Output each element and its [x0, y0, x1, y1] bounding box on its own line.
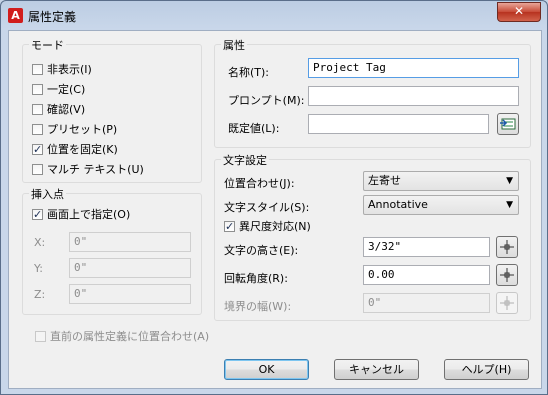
pick-height-button[interactable] [496, 236, 518, 258]
tag-label: 名称(T): [228, 66, 270, 79]
checkbox-box-checked[interactable] [32, 142, 43, 158]
autocad-app-icon: A [8, 8, 23, 23]
crosshair-icon [500, 268, 514, 282]
y-label: Y: [34, 262, 43, 275]
x-field[interactable]: 0" [69, 232, 191, 252]
specify-on-screen-checkbox[interactable]: 画面上で指定(O) [32, 207, 130, 223]
window-title: 属性定義 [28, 10, 77, 24]
title-bar[interactable]: A 属性定義 ✕ [1, 1, 547, 31]
text-style-value: Annotative [368, 198, 428, 211]
checkbox-label: 一定(C) [47, 83, 86, 96]
insertion-point-group-title: 挿入点 [29, 186, 66, 202]
close-button[interactable]: ✕ [497, 2, 541, 22]
cancel-button[interactable]: キャンセル [334, 359, 419, 380]
text-style-dropdown[interactable]: Annotative ▼ [363, 195, 519, 215]
checkbox-box[interactable] [32, 164, 43, 175]
checkbox-label: 画面上で指定(O) [47, 208, 131, 221]
checkbox-label: 非表示(I) [47, 63, 92, 76]
preset-checkbox[interactable]: プリセット(P) [32, 122, 117, 138]
crosshair-icon [500, 240, 514, 254]
justification-value: 左寄せ [368, 174, 401, 187]
rotation-label: 回転角度(R): [224, 272, 288, 285]
crosshair-icon [500, 296, 514, 310]
checkbox-box[interactable] [32, 104, 43, 115]
checkbox-label: 位置を固定(K) [47, 143, 118, 156]
checkbox-label: プリセット(P) [47, 123, 118, 136]
x-label: X: [34, 236, 46, 249]
checkbox-label: 異尺度対応(N) [239, 220, 311, 233]
checkbox-label: 確認(V) [47, 103, 86, 116]
text-height-label: 文字の高さ(E): [224, 244, 299, 257]
annotative-checkbox[interactable]: 異尺度対応(N) [224, 219, 311, 235]
insert-field-icon [500, 118, 516, 130]
text-settings-group: 文字設定 位置合わせ(J): 左寄せ ▼ 文字スタイル(S): Annotati… [214, 152, 531, 321]
invisible-checkbox[interactable]: 非表示(I) [32, 62, 92, 78]
pick-width-button[interactable] [496, 292, 518, 314]
chevron-down-icon: ▼ [506, 200, 513, 210]
mode-group-title: モード [29, 37, 66, 53]
text-settings-group-title: 文字設定 [221, 152, 269, 168]
prompt-field[interactable] [308, 86, 519, 106]
text-height-field[interactable]: 3/32" [363, 237, 490, 257]
checkbox-box[interactable] [32, 124, 43, 135]
constant-checkbox[interactable]: 一定(C) [32, 82, 85, 98]
boundary-width-field[interactable]: 0" [363, 293, 490, 313]
insertion-point-group: 挿入点 画面上で指定(O) X: 0" Y: 0" Z: 0" [22, 186, 202, 315]
justification-label: 位置合わせ(J): [224, 177, 295, 190]
default-label: 既定値(L): [228, 122, 280, 135]
lock-position-checkbox[interactable]: 位置を固定(K) [32, 142, 118, 158]
pick-rotation-button[interactable] [496, 264, 518, 286]
insert-field-button[interactable] [497, 113, 519, 135]
justification-dropdown[interactable]: 左寄せ ▼ [363, 171, 519, 191]
attribute-definition-dialog: A 属性定義 ✕ モード 非表示(I) 一定(C) 確認(V) プリセット(P)… [0, 0, 548, 395]
verify-checkbox[interactable]: 確認(V) [32, 102, 85, 118]
chevron-down-icon: ▼ [506, 176, 513, 186]
checkbox-box-checked[interactable] [32, 207, 43, 223]
boundary-width-label: 境界の幅(W): [224, 300, 292, 313]
help-button[interactable]: ヘルプ(H) [444, 359, 529, 380]
ok-button[interactable]: OK [224, 359, 309, 380]
checkbox-box[interactable] [35, 331, 46, 342]
attribute-group: 属性 名称(T): Project Tag プロンプト(M): 既定値(L): [214, 37, 531, 148]
z-field[interactable]: 0" [69, 284, 191, 304]
checkbox-box[interactable] [32, 84, 43, 95]
mode-group: モード 非表示(I) 一定(C) 確認(V) プリセット(P) 位置を固定(K)… [22, 37, 202, 183]
y-field[interactable]: 0" [69, 258, 191, 278]
checkbox-box[interactable] [32, 64, 43, 75]
checkbox-box-checked[interactable] [224, 219, 235, 235]
default-field[interactable] [308, 114, 489, 134]
checkbox-label: マルチ テキスト(U) [47, 163, 144, 176]
dialog-body: モード 非表示(I) 一定(C) 確認(V) プリセット(P) 位置を固定(K)… [8, 30, 542, 389]
tag-field[interactable]: Project Tag [308, 58, 519, 78]
attribute-group-title: 属性 [221, 37, 247, 53]
prompt-label: プロンプト(M): [228, 94, 305, 107]
checkbox-label: 直前の属性定義に位置合わせ(A) [50, 330, 210, 343]
z-label: Z: [34, 288, 46, 301]
multiline-checkbox[interactable]: マルチ テキスト(U) [32, 162, 144, 178]
rotation-field[interactable]: 0.00 [363, 265, 490, 285]
align-below-checkbox[interactable]: 直前の属性定義に位置合わせ(A) [35, 329, 209, 345]
text-style-label: 文字スタイル(S): [224, 201, 310, 214]
